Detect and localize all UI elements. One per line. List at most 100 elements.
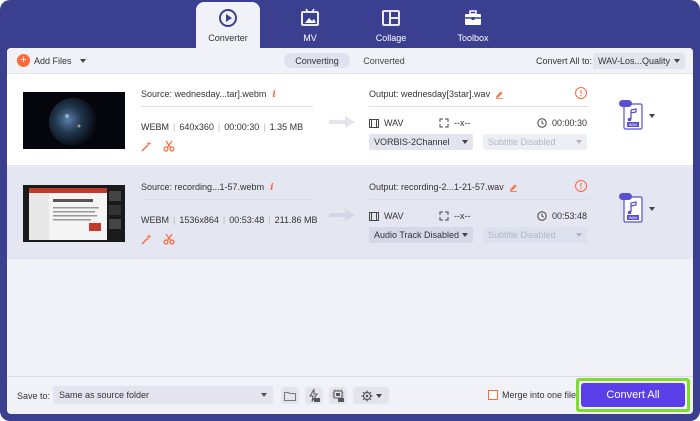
convert-all-format-value: WAV-Los...Quality: [598, 56, 671, 66]
divider: [369, 199, 589, 200]
info-icon[interactable]: i: [270, 183, 273, 193]
output-meta: WAV --x-- 00:00:30: [369, 118, 589, 130]
app-window: Converter MV Collage Toolbox + Add Files…: [0, 0, 700, 421]
audio-file-icon: WAV: [619, 193, 643, 223]
tab-collage[interactable]: Collage: [359, 2, 423, 48]
output-filename-text: Output: recording-2...1-21-57.wav: [369, 182, 504, 192]
edit-pencil-icon[interactable]: [495, 90, 504, 99]
audio-track-select[interactable]: VORBIS-2Channel: [369, 134, 473, 150]
output-format-button[interactable]: WAV: [619, 193, 655, 225]
source-filename: Source: wednesday...tar].webm i: [141, 89, 276, 100]
alert-icon[interactable]: !: [575, 180, 587, 192]
magic-wand-icon[interactable]: [141, 233, 153, 245]
tab-converter[interactable]: Converter: [196, 2, 260, 48]
output-duration: 00:00:30: [552, 118, 588, 128]
lightning-off-icon: [309, 389, 320, 402]
audio-track-value: Audio Track Disabled: [374, 230, 460, 240]
output-format-button[interactable]: WAV: [619, 100, 655, 132]
divider: [141, 199, 313, 200]
save-path-value: Same as source folder: [59, 390, 150, 400]
bottom-bar: Save to: Same as source folder Merge int…: [7, 376, 693, 414]
settings-select[interactable]: [353, 387, 389, 404]
convert-all-button[interactable]: Convert All: [581, 383, 685, 407]
source-size: 1.35 MB: [269, 122, 304, 132]
chevron-down-icon: [462, 140, 468, 144]
save-path-select[interactable]: Same as source folder: [53, 386, 273, 404]
gear-icon: [361, 390, 372, 401]
hardware-accel-button[interactable]: [305, 387, 323, 404]
output-resolution: --x--: [454, 118, 471, 128]
info-icon[interactable]: i: [272, 90, 275, 100]
output-filename: Output: wednesday[3star].wav: [369, 89, 504, 99]
merge-label: Merge into one file: [502, 390, 577, 400]
source-filename-text: Source: wednesday...tar].webm: [141, 89, 267, 99]
output-format: WAV: [384, 211, 404, 221]
source-meta: WEBM | 640x360 | 00:00:30 | 1.35 MB: [141, 122, 304, 132]
clock-icon: [537, 118, 547, 128]
chevron-down-icon: [261, 393, 267, 397]
merge-checkbox[interactable]: [488, 390, 498, 400]
source-meta: WEBM | 1536x864 | 00:53:48 | 211.86 MB: [141, 215, 318, 225]
file-row: Source: recording...1-57.webm i WEBM | 153…: [7, 167, 693, 259]
chip-off-icon: [332, 389, 344, 402]
collage-icon: [382, 10, 400, 26]
tab-mv-label: MV: [303, 33, 317, 43]
chevron-down-icon: [375, 393, 382, 398]
open-folder-button[interactable]: [281, 387, 299, 404]
chevron-down-icon[interactable]: [649, 114, 655, 118]
convert-arrow-icon: [329, 116, 355, 130]
chevron-down-icon: [462, 233, 468, 237]
source-filename-text: Source: recording...1-57.webm: [141, 182, 265, 192]
tab-mv[interactable]: MV: [278, 2, 342, 48]
film-icon: [369, 118, 379, 128]
source-filename: Source: recording...1-57.webm i: [141, 182, 273, 193]
edit-tools: [141, 233, 175, 245]
output-filename: Output: recording-2...1-21-57.wav: [369, 182, 518, 192]
video-thumbnail[interactable]: [23, 92, 125, 149]
convert-all-to-label: Convert All to:: [536, 56, 593, 66]
toolbar: + Add Files Converting Converted Convert…: [7, 48, 693, 74]
chevron-down-icon: [576, 140, 582, 144]
source-resolution: 1536x864: [179, 215, 219, 225]
convert-all-format-select[interactable]: WAV-Los...Quality: [593, 53, 685, 69]
save-to-label: Save to:: [17, 391, 51, 401]
magic-wand-icon[interactable]: [141, 140, 153, 152]
subtitle-select[interactable]: Subtitle Disabled: [483, 134, 587, 150]
edit-tools: [141, 140, 175, 152]
folder-icon: [284, 391, 296, 401]
edit-pencil-icon[interactable]: [509, 183, 518, 192]
audio-file-icon: WAV: [619, 100, 643, 130]
scissors-icon[interactable]: [163, 233, 175, 245]
source-format: WEBM: [141, 122, 169, 132]
tab-toolbox[interactable]: Toolbox: [441, 2, 505, 48]
output-meta: WAV --x-- 00:53:48: [369, 211, 589, 223]
subtitle-value: Subtitle Disabled: [488, 137, 556, 147]
alert-icon[interactable]: !: [575, 87, 587, 99]
divider: [369, 106, 589, 107]
tab-converted[interactable]: Converted: [357, 53, 411, 68]
subtitle-select[interactable]: Subtitle Disabled: [483, 227, 587, 243]
expand-icon: [439, 118, 449, 128]
gpu-accel-button[interactable]: [329, 387, 347, 404]
video-thumbnail[interactable]: [23, 185, 125, 242]
converter-icon: [219, 9, 237, 27]
merge-option[interactable]: Merge into one file: [488, 390, 576, 400]
add-files-label: Add Files: [34, 55, 72, 66]
source-duration: 00:53:48: [229, 215, 265, 225]
chevron-down-icon[interactable]: [649, 207, 655, 211]
source-resolution: 640x360: [179, 122, 214, 132]
chevron-down-icon[interactable]: [79, 58, 86, 63]
top-nav: Converter MV Collage Toolbox: [0, 0, 700, 48]
output-filename-text: Output: wednesday[3star].wav: [369, 89, 491, 99]
convert-arrow-icon: [329, 209, 355, 223]
chevron-down-icon: [576, 233, 582, 237]
audio-track-select[interactable]: Audio Track Disabled: [369, 227, 473, 243]
subtitle-value: Subtitle Disabled: [488, 230, 556, 240]
output-duration: 00:53:48: [552, 211, 588, 221]
tab-converting[interactable]: Converting: [284, 53, 350, 68]
output-format: WAV: [384, 118, 404, 128]
scissors-icon[interactable]: [163, 140, 175, 152]
main-panel: + Add Files Converting Converted Convert…: [7, 48, 693, 414]
add-files-button[interactable]: + Add Files: [17, 54, 86, 67]
source-format: WEBM: [141, 215, 169, 225]
